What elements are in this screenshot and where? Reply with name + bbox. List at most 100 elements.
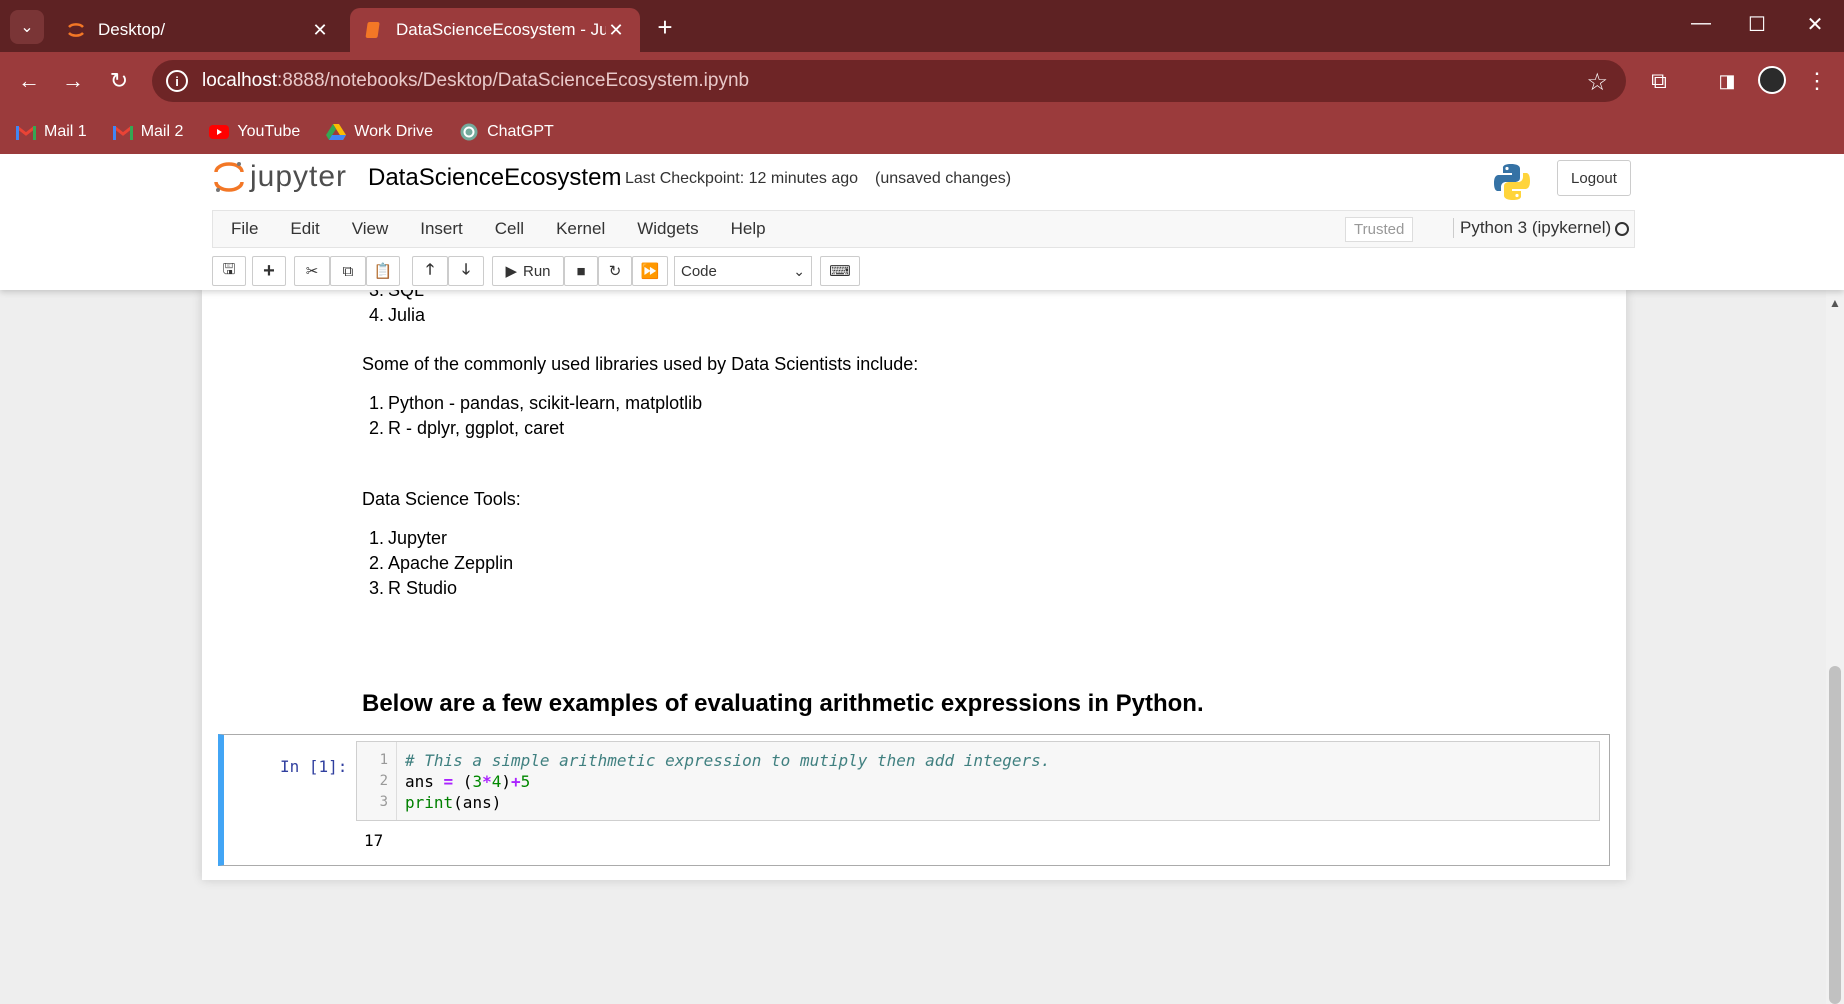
markdown-cell-heading[interactable]: Below are a few examples of evaluating a… bbox=[362, 690, 1204, 718]
menu-view[interactable]: View bbox=[352, 219, 389, 239]
menu-help[interactable]: Help bbox=[731, 219, 766, 239]
minimize-icon[interactable]: — bbox=[1686, 12, 1716, 35]
list-item: 2. R - dplyr, ggplot, caret bbox=[368, 418, 565, 438]
profile-avatar[interactable] bbox=[1758, 66, 1786, 94]
tab-search-button[interactable]: ⌄ bbox=[10, 10, 44, 44]
menu-kernel[interactable]: Kernel bbox=[556, 219, 605, 239]
site-info-icon[interactable]: i bbox=[166, 70, 188, 92]
drive-icon bbox=[326, 123, 347, 140]
markdown-cell-libraries[interactable]: Some of the commonly used libraries used… bbox=[362, 354, 918, 441]
gmail-icon bbox=[112, 124, 133, 140]
jupyter-header: jupyter DataScienceEcosystem Last Checkp… bbox=[0, 154, 1844, 290]
more-menu-icon[interactable]: ⋮ bbox=[1802, 66, 1832, 96]
restart-icon: ↻ bbox=[608, 263, 622, 280]
close-icon[interactable]: ✕ bbox=[606, 20, 626, 41]
bookmark-mail-1[interactable]: Mail 1 bbox=[16, 123, 87, 141]
reload-icon[interactable]: ↻ bbox=[104, 66, 134, 96]
tab-desktop[interactable]: Desktop/ ✕ bbox=[52, 8, 344, 52]
window-close-icon[interactable]: ✕ bbox=[1800, 12, 1830, 37]
close-icon[interactable]: ✕ bbox=[310, 20, 330, 41]
bookmarks-bar: Mail 1 Mail 2 YouTube Work Drive ChatGPT bbox=[0, 110, 1844, 154]
cell-type-select[interactable]: Code ⌄ bbox=[674, 256, 812, 286]
play-icon: ▶ bbox=[505, 263, 517, 280]
copy-button[interactable]: ⧉ bbox=[330, 256, 366, 286]
page-scrollbar[interactable]: ▲ bbox=[1826, 290, 1844, 1004]
markdown-cell-tools[interactable]: Data Science Tools: 1. Jupyter 2. Apache Z… bbox=[362, 489, 521, 601]
paste-button[interactable]: 📋 bbox=[366, 256, 400, 286]
extensions-icon[interactable]: ⧉ bbox=[1644, 66, 1674, 96]
tab-notebook[interactable]: DataScienceEcosystem - Jupyter ✕ bbox=[350, 8, 640, 52]
list-item: 3. R Studio bbox=[368, 578, 458, 598]
section-heading: Below are a few examples of evaluating a… bbox=[362, 690, 1204, 717]
notebook-container: 3. SQL 4. Julia Some of the commonly used … bbox=[202, 280, 1626, 880]
input-prompt: In [1]: bbox=[280, 757, 348, 776]
bookmark-work-drive[interactable]: Work Drive bbox=[326, 123, 433, 141]
logout-button[interactable]: Logout bbox=[1557, 160, 1631, 196]
python-logo-icon bbox=[1494, 164, 1530, 200]
move-down-button[interactable]: 🡓 bbox=[448, 256, 484, 286]
run-button[interactable]: ▶ Run bbox=[492, 256, 564, 286]
code-lines: # This a simple arithmetic expression to… bbox=[405, 751, 1051, 812]
save-icon: 🖫 bbox=[222, 260, 236, 278]
forward-arrow-icon[interactable]: → bbox=[58, 66, 88, 96]
tab-title: DataScienceEcosystem - Jupyter bbox=[396, 20, 606, 39]
tools-intro: Data Science Tools: bbox=[362, 489, 521, 509]
address-bar[interactable]: i localhost:8888/notebooks/Desktop/DataS… bbox=[152, 60, 1626, 102]
scroll-thumb[interactable] bbox=[1829, 666, 1841, 1004]
notebook-name[interactable]: DataScienceEcosystem bbox=[368, 164, 621, 192]
tab-title: Desktop/ bbox=[98, 20, 166, 39]
list-item: 1. Python - pandas, scikit-learn, matplot… bbox=[368, 393, 703, 413]
command-palette-button[interactable]: ⌨ bbox=[820, 256, 860, 286]
browser-toolbar: ← → ↻ i localhost:8888/notebooks/Desktop… bbox=[0, 52, 1844, 110]
unsaved-status: (unsaved changes) bbox=[875, 170, 1012, 187]
restart-button[interactable]: ↻ bbox=[598, 256, 632, 286]
code-editor[interactable]: 1 2 3 # This a simple arithmetic express… bbox=[356, 741, 1600, 821]
maximize-icon[interactable]: ☐ bbox=[1742, 12, 1772, 37]
plus-icon: + bbox=[263, 259, 275, 282]
keyboard-icon: ⌨ bbox=[829, 263, 851, 280]
list-item: 2. Apache Zepplin bbox=[368, 553, 514, 573]
notebook-menubar: File Edit View Insert Cell Kernel Widget… bbox=[212, 210, 1635, 248]
cut-button[interactable]: ✂ bbox=[294, 256, 330, 286]
new-tab-button[interactable]: + bbox=[652, 12, 678, 43]
bookmark-youtube[interactable]: YouTube bbox=[209, 123, 300, 141]
menu-widgets[interactable]: Widgets bbox=[637, 219, 698, 239]
bookmark-star-icon[interactable]: ☆ bbox=[1586, 68, 1608, 97]
chevron-down-icon: ⌄ bbox=[20, 19, 34, 36]
kernel-idle-icon bbox=[1615, 222, 1629, 236]
jupyter-logo[interactable]: jupyter bbox=[214, 160, 347, 194]
back-arrow-icon[interactable]: ← bbox=[14, 66, 44, 96]
save-button[interactable]: 🖫 bbox=[212, 256, 246, 286]
move-up-button[interactable]: 🡑 bbox=[412, 256, 448, 286]
chatgpt-icon bbox=[459, 123, 479, 141]
trusted-indicator[interactable]: Trusted bbox=[1345, 217, 1414, 242]
jupyter-page: jupyter DataScienceEcosystem Last Checkp… bbox=[0, 154, 1844, 1004]
menu-insert[interactable]: Insert bbox=[420, 219, 463, 239]
code-cell-selected[interactable]: In [1]: 1 2 3 # This a simple arithmetic… bbox=[218, 734, 1610, 866]
jupyter-logo-icon bbox=[214, 162, 244, 192]
browser-tab-strip: ⌄ Desktop/ ✕ DataScienceEcosystem - Jupy… bbox=[0, 0, 1844, 52]
menu-file[interactable]: File bbox=[231, 219, 258, 239]
menu-cell[interactable]: Cell bbox=[495, 219, 524, 239]
stop-icon: ■ bbox=[576, 262, 586, 280]
list-item: 1. Jupyter bbox=[368, 528, 448, 548]
checkpoint-status: Last Checkpoint: 12 minutes ago bbox=[625, 170, 859, 187]
side-panel-icon[interactable]: ◨ bbox=[1712, 66, 1742, 96]
arrow-up-icon: 🡑 bbox=[426, 260, 434, 278]
restart-run-all-button[interactable]: ⏩ bbox=[632, 256, 668, 286]
scroll-up-icon[interactable]: ▲ bbox=[1829, 296, 1841, 310]
notebook-favicon-icon bbox=[364, 20, 384, 40]
line-number-gutter: 1 2 3 bbox=[357, 742, 397, 820]
copy-icon: ⧉ bbox=[342, 262, 354, 280]
kernel-name[interactable]: Python 3 (ipykernel) bbox=[1453, 218, 1611, 238]
cell-output: 17 bbox=[364, 831, 384, 850]
gmail-icon bbox=[16, 124, 36, 140]
scissors-icon: ✂ bbox=[305, 263, 319, 280]
insert-cell-button[interactable]: + bbox=[252, 256, 286, 286]
bookmark-chatgpt[interactable]: ChatGPT bbox=[459, 123, 554, 141]
interrupt-button[interactable]: ■ bbox=[564, 256, 598, 286]
bookmark-mail-2[interactable]: Mail 2 bbox=[112, 123, 183, 141]
url-text[interactable]: localhost:8888/notebooks/Desktop/DataSci… bbox=[202, 70, 749, 92]
menu-edit[interactable]: Edit bbox=[290, 219, 319, 239]
arrow-down-icon: 🡓 bbox=[462, 260, 470, 278]
